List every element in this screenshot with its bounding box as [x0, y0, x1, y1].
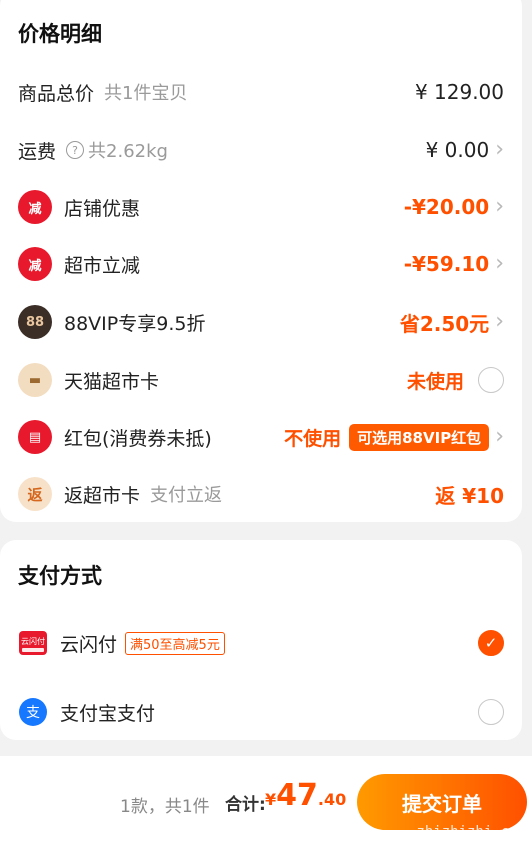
redpack-label: 红包(消费券未抵) — [64, 427, 212, 450]
chevron-right-icon: › — [495, 309, 504, 334]
return-card-label: 返超市卡 — [64, 484, 141, 507]
store-discount-amount: -¥20.00 — [403, 195, 490, 219]
unionpay-label: 云闪付 — [60, 633, 118, 656]
row-88vip[interactable]: 88 88VIP专享9.5折 省2.50元 › — [0, 302, 522, 342]
alipay-radio[interactable] — [478, 699, 504, 725]
chevron-right-icon: › — [495, 251, 504, 276]
total-amount: ¥ 47 .40 — [265, 778, 346, 813]
alipay-label: 支付宝支付 — [60, 702, 156, 725]
row-market-discount[interactable]: 减 超市立减 -¥59.10 › — [0, 244, 522, 284]
chevron-right-icon: › — [495, 194, 504, 219]
tmall-card-status: 未使用 — [406, 370, 464, 393]
watermark: zhizhizhi.com — [416, 824, 526, 840]
price-detail-card: 价格明细 商品总价 共1件宝贝 ¥ 129.00 运费 ? 共2.62kg ¥ … — [0, 0, 522, 522]
item-count: 1款，共1件 — [120, 797, 210, 817]
payment-option-alipay[interactable]: 支 支付宝支付 — [0, 692, 522, 732]
vip88-icon: 88 — [18, 305, 52, 339]
shipping-amount: ¥ 0.00 — [425, 138, 490, 162]
vip-discount-amount: 省2.50元 — [399, 311, 490, 336]
alipay-icon: 支 — [18, 697, 48, 727]
market-discount-amount: -¥59.10 — [403, 252, 490, 276]
payment-method-card: 支付方式 云闪付 云闪付 满50至高减5元 ✓ 支 支付宝支付 — [0, 540, 522, 740]
return-card-sub: 支付立返 — [150, 485, 223, 506]
row-store-discount[interactable]: 减 店铺优惠 -¥20.00 › — [0, 187, 522, 227]
payment-method-title: 支付方式 — [18, 564, 102, 588]
price-detail-title: 价格明细 — [18, 22, 102, 46]
row-shipping[interactable]: 运费 ? 共2.62kg ¥ 0.00 › — [0, 130, 522, 170]
redpack-icon: ▤ — [18, 420, 52, 454]
total-integer: 47 — [276, 778, 318, 813]
submit-order-button[interactable]: 提交订单 — [357, 774, 527, 830]
shipping-weight: 共2.62kg — [88, 141, 168, 162]
market-card-icon: ▬ — [18, 363, 52, 397]
row-goods-total: 商品总价 共1件宝贝 ¥ 129.00 — [0, 72, 522, 112]
unionpay-icon: 云闪付 — [18, 628, 48, 658]
vip-discount-label: 88VIP专享9.5折 — [64, 312, 206, 335]
return-card-amount: 返 ¥10 — [435, 483, 504, 508]
row-return-card: 返 返超市卡 支付立返 返 ¥10 — [0, 474, 522, 514]
total-currency: ¥ — [265, 790, 277, 809]
shipping-label: 运费 — [18, 140, 57, 163]
goods-count: 共1件宝贝 — [104, 83, 188, 104]
store-coupon-icon: 减 — [18, 190, 52, 224]
redpack-status: 不使用 — [284, 427, 342, 450]
tmall-card-label: 天猫超市卡 — [64, 370, 160, 393]
row-redpack[interactable]: ▤ 红包(消费券未抵) 不使用 可选用88VIP红包 › — [0, 417, 522, 457]
checkout-bar: 1款，共1件 合计: ¥ 47 .40 提交订单 zhizhizhi.com — [0, 756, 532, 844]
tmall-card-radio[interactable] — [478, 367, 504, 393]
row-tmall-card[interactable]: ▬ 天猫超市卡 未使用 — [0, 360, 522, 400]
unionpay-icon-text: 云闪付 — [21, 636, 45, 646]
market-discount-label: 超市立减 — [64, 254, 141, 277]
store-discount-label: 店铺优惠 — [64, 197, 141, 220]
chevron-right-icon: › — [495, 424, 504, 449]
unionpay-radio-checked[interactable]: ✓ — [478, 630, 504, 656]
goods-total-amount: ¥ 129.00 — [414, 80, 504, 104]
alipay-icon-text: 支 — [26, 705, 40, 721]
goods-total-label: 商品总价 — [18, 82, 95, 105]
market-discount-icon: 减 — [18, 247, 52, 281]
total-label: 合计: — [225, 795, 266, 815]
payment-option-unionpay[interactable]: 云闪付 云闪付 满50至高减5元 ✓ — [0, 623, 522, 663]
unionpay-promo-badge: 满50至高减5元 — [125, 631, 225, 655]
chevron-right-icon: › — [495, 137, 504, 162]
total-decimal: .40 — [317, 790, 347, 809]
question-icon[interactable]: ? — [66, 141, 85, 159]
vip-redpack-pill[interactable]: 可选用88VIP红包 — [349, 423, 490, 451]
return-icon: 返 — [18, 477, 52, 511]
